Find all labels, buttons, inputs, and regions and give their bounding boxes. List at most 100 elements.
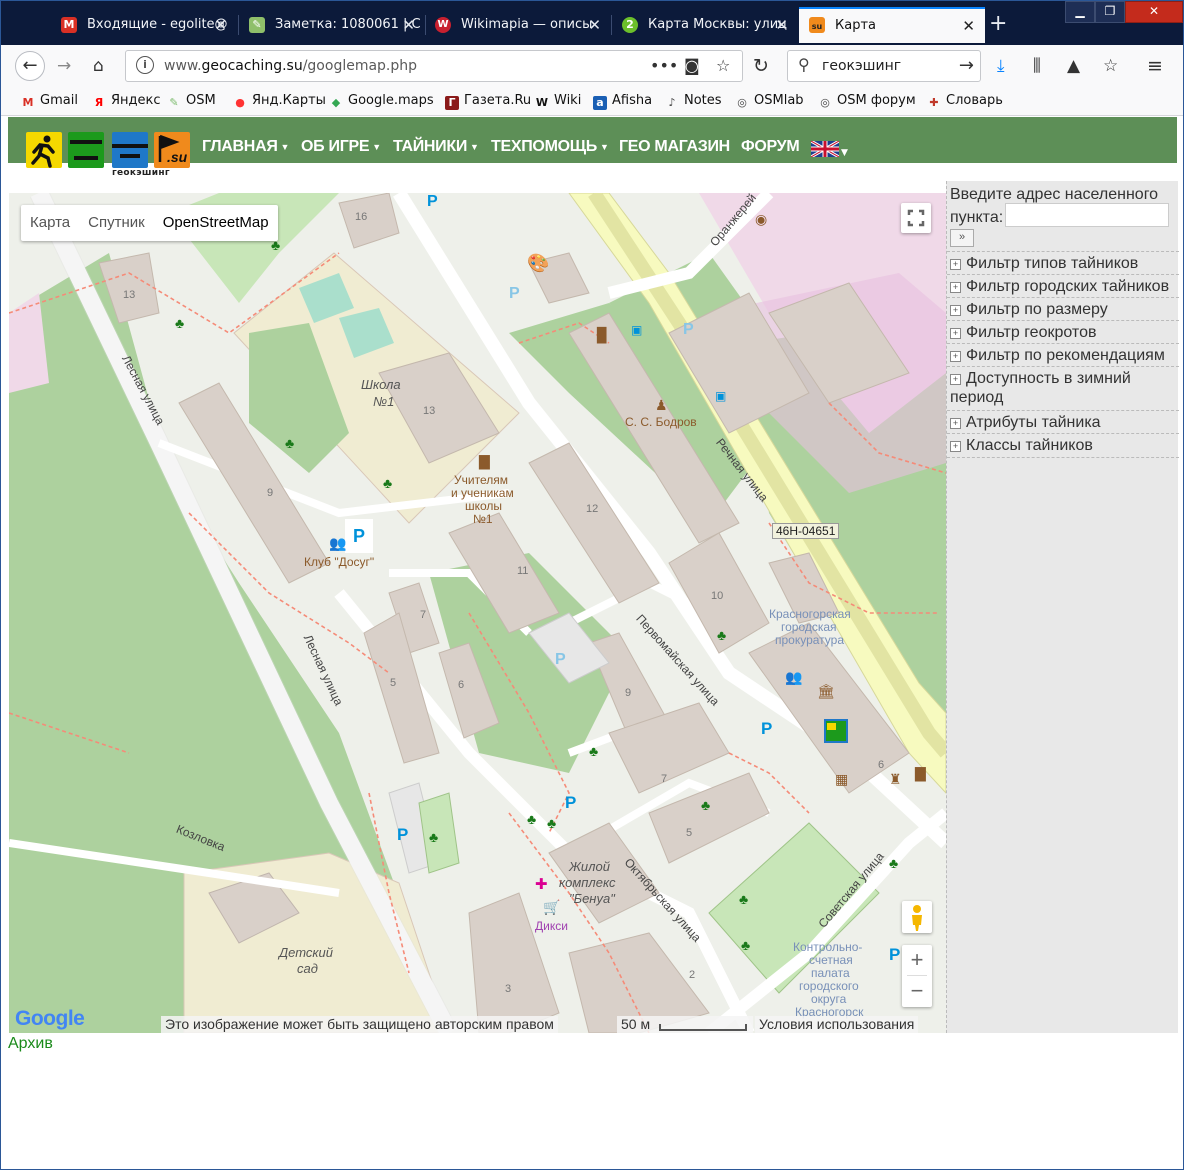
tab-karta-active[interactable]: su Карта ✕ (799, 7, 985, 43)
parking-icon: P (397, 825, 409, 844)
address-bar[interactable]: i www.geocaching.su/googlemap.php ••• ◙ … (125, 50, 743, 82)
sync-icon[interactable]: ▲ (1067, 55, 1080, 77)
bookmark-google-maps[interactable]: ◆ Google.maps (329, 92, 434, 110)
bookmark-afisha[interactable]: a Afisha (593, 92, 652, 110)
map-canvas[interactable]: Лесная улица Лесная улица Речная улица П… (9, 193, 946, 1033)
dixy-label: Дикси (535, 919, 568, 933)
bookmark-wiki[interactable]: W Wiki (535, 92, 581, 110)
hamburger-menu-icon[interactable]: ≡ (1147, 55, 1163, 77)
bookmark-gmail[interactable]: M Gmail (21, 92, 78, 110)
menu-forum[interactable]: ФОРУМ (741, 138, 800, 156)
bookmark-yandex[interactable]: Я Яндекс (92, 92, 161, 110)
map-pin-icon: ● (235, 96, 245, 109)
map-type-osm[interactable]: OpenStreetMap (154, 205, 278, 241)
filter-sidebar: Введите адрес населенного пункта: » + Фил… (946, 181, 1179, 1033)
address-input[interactable] (1005, 203, 1169, 227)
page-actions-icon[interactable]: ••• (650, 51, 678, 81)
bookmark-gazeta[interactable]: Г Газета.Ru (445, 92, 531, 110)
terms-link[interactable]: Условия использования (755, 1016, 919, 1033)
playground-icon: ♣ (717, 627, 727, 643)
street-view-pegman[interactable] (902, 901, 932, 933)
bookmark-dictionary[interactable]: ✚ Словарь (927, 92, 1003, 110)
forward-icon[interactable]: → (57, 55, 71, 77)
monument-icon: ▇ (479, 453, 490, 469)
zoom-out-button[interactable]: − (902, 976, 932, 1006)
globe-icon: ◎ (820, 96, 830, 109)
reload-icon[interactable]: ↻ (753, 55, 769, 77)
close-tab-icon[interactable]: ✕ (588, 9, 601, 41)
bookmark-yandex-maps[interactable]: ● Янд.Карты (233, 92, 326, 110)
close-tab-icon[interactable]: ✕ (775, 9, 788, 41)
expand-icon: + (950, 418, 961, 429)
bookmark-osmlab[interactable]: ◎ OSMlab (735, 92, 803, 110)
menu-home[interactable]: ГЛАВНАЯ ▼ (202, 138, 289, 156)
house-number: 13 (123, 289, 136, 301)
logo-green-square[interactable] (68, 132, 104, 168)
library-icon[interactable]: ⫼ (1033, 55, 1041, 77)
map-type-satellite[interactable]: Спутник (79, 205, 154, 241)
zhk-label-3: "Бенуа" (569, 891, 615, 906)
google-logo[interactable]: Google (15, 1007, 85, 1031)
filter-winter-access[interactable]: + Доступность в зимний период (947, 366, 1179, 409)
zoom-in-button[interactable]: + (902, 945, 932, 975)
prokuratura-label-2: городская (781, 620, 837, 634)
bookmark-star-icon[interactable]: ☆ (716, 51, 730, 81)
filter-classes[interactable]: + Классы тайников (947, 433, 1179, 458)
url-text[interactable]: www.geocaching.su/googlemap.php (164, 51, 417, 81)
bookmark-notes[interactable]: ♪ Notes (665, 92, 721, 110)
search-go-icon[interactable]: → (959, 51, 974, 81)
new-tab-icon[interactable]: + (989, 9, 1007, 39)
downloads-icon[interactable]: ⤓ (997, 55, 1005, 77)
townhall-icon: 🏛 (817, 683, 835, 699)
runner-logo-icon[interactable] (26, 132, 62, 168)
home-icon[interactable]: ⌂ (93, 55, 104, 77)
yandex-icon: Я (94, 96, 104, 109)
menu-caches[interactable]: ТАЙНИКИ ▼ (393, 138, 479, 156)
tab-title: Заметка: 1080061 | С (275, 17, 421, 32)
tab-wikimapia[interactable]: W Wikimapia — описы ✕ (425, 9, 611, 41)
monument-label-3: школы (465, 499, 503, 513)
tab-gmail[interactable]: M Входящие - egolite@ ✕ (51, 9, 237, 41)
map-type-karta[interactable]: Карта (21, 205, 79, 241)
close-tab-icon[interactable]: ✕ (214, 9, 227, 41)
logo-su-square[interactable]: .su (154, 132, 190, 168)
back-icon[interactable]: ← (15, 51, 45, 81)
map-site-icon: 2 (622, 17, 638, 33)
archive-link[interactable]: Архив (8, 1035, 53, 1053)
tab-moscow-map[interactable]: 2 Карта Москвы: улиц ✕ (612, 9, 798, 41)
geocache-marker-detail (827, 723, 836, 730)
scale-bar[interactable]: 50 м (617, 1016, 753, 1033)
language-caret-icon[interactable]: ▼ (841, 148, 848, 158)
filter-size[interactable]: + Фильтр по размеру (947, 297, 1179, 321)
search-bar[interactable]: ⚲ геокэшинг → (787, 50, 981, 82)
expand-icon: + (950, 374, 961, 385)
geocaching-su-icon: su (809, 17, 825, 33)
playground-icon: ♣ (285, 435, 295, 451)
fullscreen-button[interactable] (901, 203, 931, 233)
bookmark-osm[interactable]: ✎ OSM (167, 92, 215, 110)
filter-attributes[interactable]: + Атрибуты тайника (947, 410, 1179, 434)
house-number: 6 (878, 759, 885, 771)
pocket-icon[interactable]: ◙ (684, 51, 700, 81)
bookmark-osm-forum[interactable]: ◎ OSM форум (818, 92, 915, 110)
close-tab-icon[interactable]: ✕ (962, 9, 975, 43)
filter-cache-types[interactable]: + Фильтр типов тайников (947, 251, 1179, 275)
filter-geomoles[interactable]: + Фильтр геокротов (947, 320, 1179, 344)
community-centre-icon: 👥 (785, 669, 803, 685)
minimize-icon[interactable]: ▁ (1065, 1, 1095, 23)
filter-urban-caches[interactable]: + Фильтр городских тайников (947, 274, 1179, 298)
filter-recommendations[interactable]: + Фильтр по рекомендациям (947, 343, 1179, 367)
search-input-value[interactable]: геокэшинг (822, 51, 901, 81)
close-tab-icon[interactable]: ✕ (402, 9, 415, 41)
menu-support[interactable]: ТЕХПОМОЩЬ ▼ (491, 138, 609, 156)
menu-about[interactable]: ОБ ИГРЕ ▼ (301, 138, 381, 156)
address-go-button[interactable]: » (950, 229, 974, 247)
logo-blue-square[interactable] (112, 132, 148, 168)
info-icon[interactable]: i (136, 56, 154, 74)
menu-shop[interactable]: ГЕО МАГАЗИН (619, 138, 730, 156)
maximize-icon[interactable]: ❐ (1095, 1, 1125, 23)
english-flag-icon[interactable] (810, 139, 840, 159)
reading-list-icon[interactable]: ☆ (1103, 55, 1118, 77)
close-window-icon[interactable]: ✕ (1125, 1, 1183, 23)
tab-osm-note[interactable]: ✎ Заметка: 1080061 | С ✕ (239, 9, 425, 41)
